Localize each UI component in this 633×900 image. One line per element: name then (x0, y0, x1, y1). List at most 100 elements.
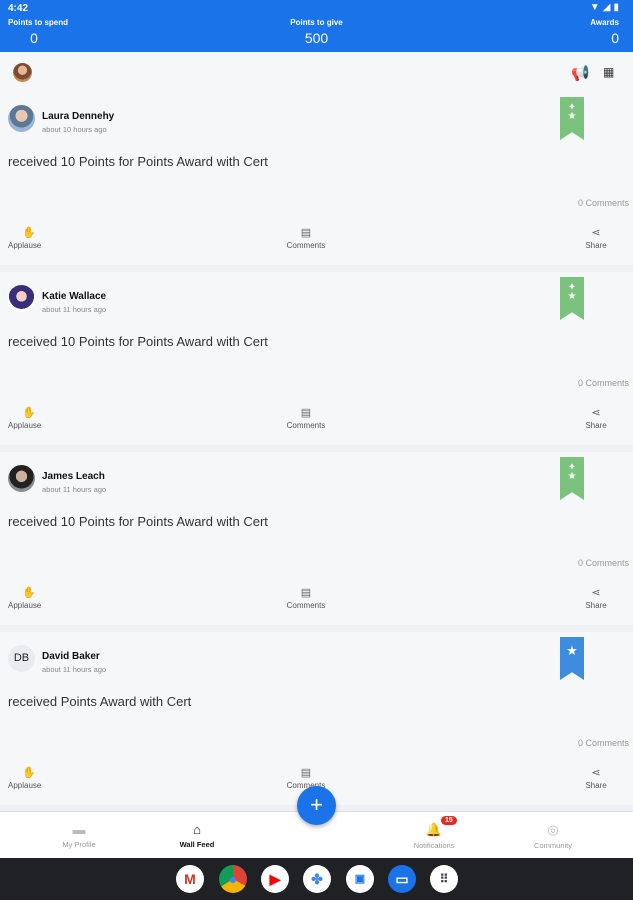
comments-label: Comments (286, 241, 326, 250)
avatar[interactable] (8, 105, 35, 132)
share-label: Share (585, 781, 607, 790)
nav-community[interactable]: ◎ Community (498, 822, 608, 850)
share-label: Share (585, 241, 607, 250)
chrome-icon[interactable]: ● (219, 865, 247, 893)
messages-icon[interactable]: ▭ (388, 865, 416, 893)
applause-label: Applause (8, 421, 42, 430)
avatar-initials[interactable]: DB (8, 645, 35, 672)
comments-button[interactable]: ▤ Comments (276, 406, 336, 430)
post-message: received 10 Points for Points Award with… (8, 514, 268, 529)
share-icon: ⋖ (591, 407, 601, 419)
avatar[interactable] (8, 465, 35, 492)
post-author[interactable]: James Leach (42, 471, 105, 482)
nav-my-profile[interactable]: ▬ My Profile (24, 822, 134, 849)
comments-count[interactable]: 0 Comments (578, 378, 629, 388)
applause-button[interactable]: ✋ Applause (8, 406, 41, 430)
applause-button[interactable]: ✋ Applause (8, 586, 41, 610)
post-author[interactable]: David Baker (42, 651, 100, 662)
applause-icon: ✋ (22, 407, 36, 419)
post-author[interactable]: Laura Dennehy (42, 111, 114, 122)
awards[interactable]: Awards 0 (590, 18, 619, 46)
feed-post: DB David Baker about 11 hours ago ★ rece… (0, 632, 633, 805)
my-avatar[interactable] (13, 63, 32, 82)
nav-my-profile-label: My Profile (62, 840, 96, 849)
gmail-icon[interactable]: M (176, 865, 204, 893)
award-ribbon-icon: ✦ ★ (560, 277, 584, 320)
comments-count[interactable]: 0 Comments (578, 738, 629, 748)
wifi-icon: ▼ (589, 2, 600, 13)
nav-community-label: Community (534, 841, 572, 850)
applause-icon: ✋ (22, 767, 36, 779)
post-time: about 10 hours ago (42, 125, 107, 134)
home-icon: ⌂ (193, 822, 201, 837)
avatar[interactable] (8, 285, 35, 312)
applause-icon: ✋ (22, 227, 36, 239)
globe-icon: ◎ (547, 822, 559, 837)
post-time: about 11 hours ago (42, 485, 107, 494)
post-time: about 11 hours ago (42, 305, 107, 314)
nav-wall-feed-label: Wall Feed (179, 840, 215, 849)
nav-notifications-label: Notifications (413, 841, 455, 850)
battery-icon: ▮ (613, 2, 619, 13)
comment-icon: ▤ (300, 587, 312, 599)
applause-button[interactable]: ✋ Applause (8, 226, 41, 250)
applause-label: Applause (8, 601, 42, 610)
add-post-button[interactable]: + (297, 786, 336, 825)
comments-label: Comments (286, 421, 326, 430)
comments-count[interactable]: 0 Comments (578, 198, 629, 208)
share-button[interactable]: ⋖ Share (578, 226, 614, 250)
comments-button[interactable]: ▤ Comments (276, 766, 336, 790)
comments-button[interactable]: ▤ Comments (276, 226, 336, 250)
award-ribbon-icon: ✦ ★ (560, 457, 584, 500)
post-message: received 10 Points for Points Award with… (8, 154, 268, 169)
share-label: Share (585, 421, 607, 430)
post-message: received Points Award with Cert (8, 694, 192, 709)
comment-icon: ▤ (300, 227, 312, 239)
share-label: Share (585, 601, 607, 610)
status-icons: ▼ ◢ ▮ (590, 2, 619, 13)
awards-value: 0 (611, 30, 619, 46)
share-icon: ⋖ (591, 587, 601, 599)
comment-icon: ▤ (300, 767, 312, 779)
comments-button[interactable]: ▤ Comments (276, 586, 336, 610)
wall-feed: Laura Dennehy about 10 hours ago ✦ ★ rece… (0, 92, 633, 812)
points-to-give[interactable]: Points to give 500 (0, 18, 633, 46)
nav-wall-feed[interactable]: ⌂ Wall Feed (142, 822, 252, 849)
comment-icon: ▤ (300, 407, 312, 419)
post-message: received 10 Points for Points Award with… (8, 334, 268, 349)
system-app-dock: M ● ▶ ✤ ▣ ▭ ⠿ (0, 858, 633, 900)
megaphone-icon[interactable]: 📢 (571, 64, 590, 82)
applause-button[interactable]: ✋ Applause (8, 766, 41, 790)
awards-label: Awards (590, 18, 619, 27)
share-button[interactable]: ⋖ Share (578, 406, 614, 430)
signal-icon: ◢ (602, 2, 611, 13)
applause-icon: ✋ (22, 587, 36, 599)
photos-icon[interactable]: ✤ (303, 865, 331, 893)
award-ribbon-icon: ✦ ★ (560, 97, 584, 140)
youtube-icon[interactable]: ▶ (261, 865, 289, 893)
status-time: 4:42 (8, 3, 29, 14)
applause-label: Applause (8, 781, 42, 790)
points-to-give-value: 500 (304, 30, 329, 46)
comments-label: Comments (286, 601, 326, 610)
applause-label: Applause (8, 241, 42, 250)
share-icon: ⋖ (591, 227, 601, 239)
award-ribbon-icon: ★ (560, 637, 584, 680)
top-app-bar: 4:42 ▼ ◢ ▮ Points to spend 0 Points to g… (0, 0, 633, 52)
notifications-badge: 15 (441, 816, 457, 825)
bell-icon: 🔔 (425, 822, 443, 837)
post-time: about 11 hours ago (42, 665, 107, 674)
comments-count[interactable]: 0 Comments (578, 558, 629, 568)
share-button[interactable]: ⋖ Share (578, 586, 614, 610)
feed-post: Katie Wallace about 11 hours ago ✦ ★ rece… (0, 272, 633, 445)
share-icon: ⋖ (591, 767, 601, 779)
feed-post: Laura Dennehy about 10 hours ago ✦ ★ rece… (0, 92, 633, 265)
feed-post: James Leach about 11 hours ago ✦ ★ receiv… (0, 452, 633, 625)
app-icon[interactable]: ▣ (346, 865, 374, 893)
grid-view-icon[interactable]: ▦ (603, 65, 614, 79)
nav-notifications[interactable]: 🔔 15 Notifications (379, 816, 489, 850)
post-author[interactable]: Katie Wallace (42, 291, 106, 302)
app-drawer-icon[interactable]: ⠿ (430, 865, 458, 893)
share-button[interactable]: ⋖ Share (578, 766, 614, 790)
points-to-give-label: Points to give (290, 18, 343, 27)
